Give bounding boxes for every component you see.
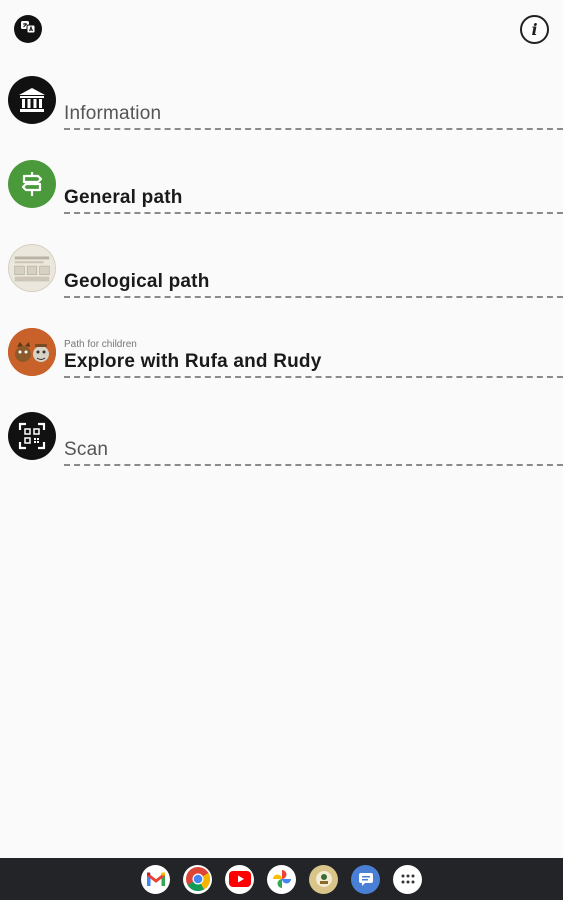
menu-item-text: Information	[64, 103, 563, 130]
geology-map-thumbnail	[8, 244, 56, 292]
children-characters-thumbnail	[8, 328, 56, 376]
menu-item-text: Path for children Explore with Rufa and …	[64, 339, 563, 378]
info-button[interactable]: i	[520, 15, 549, 44]
qr-scan-icon	[8, 412, 56, 460]
menu-item-scan[interactable]: Scan	[0, 406, 563, 466]
top-bar: i	[0, 0, 563, 60]
app-icon[interactable]	[309, 864, 338, 894]
menu-item-text: General path	[64, 187, 563, 214]
chrome-icon[interactable]	[183, 864, 212, 894]
menu-item-label: Geological path	[64, 271, 210, 292]
menu-item-label: General path	[64, 187, 183, 208]
menu-item-geological-path[interactable]: Geological path	[0, 238, 563, 298]
messages-icon[interactable]	[351, 864, 380, 894]
os-taskbar	[0, 858, 563, 900]
menu-item-information[interactable]: Information	[0, 70, 563, 130]
menu-item-explore-rufa-rudy[interactable]: Path for children Explore with Rufa and …	[0, 322, 563, 378]
translate-icon	[20, 19, 36, 40]
menu-item-label: Scan	[64, 439, 109, 460]
gmail-icon[interactable]	[141, 864, 170, 894]
menu-item-general-path[interactable]: General path	[0, 154, 563, 214]
photos-icon[interactable]	[267, 864, 296, 894]
museum-icon	[8, 76, 56, 124]
menu-item-label: Explore with Rufa and Rudy	[64, 351, 322, 372]
language-button[interactable]	[14, 15, 42, 43]
menu-item-text: Geological path	[64, 271, 563, 298]
menu-item-text: Scan	[64, 439, 563, 466]
youtube-icon[interactable]	[225, 864, 254, 894]
menu-item-label: Information	[64, 103, 162, 124]
signpost-icon	[8, 160, 56, 208]
menu-item-sublabel: Path for children	[64, 339, 137, 350]
app-launcher-icon[interactable]	[393, 864, 422, 894]
info-icon: i	[531, 20, 538, 39]
